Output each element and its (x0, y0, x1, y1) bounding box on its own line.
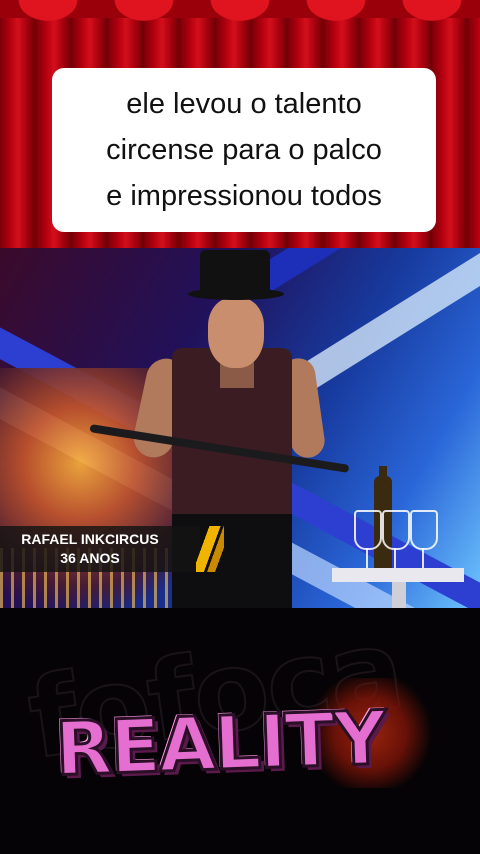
lower-third-accent (196, 526, 224, 572)
brand-logo: REALITY (52, 687, 387, 801)
performer-head (208, 298, 264, 368)
lower-third: RAFAEL INKCIRCUS 36 ANOS (0, 526, 224, 572)
video-frame[interactable]: RAFAEL INKCIRCUS 36 ANOS (0, 248, 480, 608)
wine-glass-stem (422, 548, 424, 568)
caption-line-2: circense para o palco (106, 134, 382, 166)
contestant-name: RAFAEL INKCIRCUS (21, 531, 159, 547)
brand-logo-text: REALITY (52, 694, 387, 794)
caption-text: ele levou o talento circense para o palc… (106, 81, 382, 219)
wine-glass-stem (394, 548, 396, 568)
caption-line-3: e impressionou todos (106, 180, 382, 212)
prop-table (332, 568, 464, 582)
brand-area: fofoca REALITY (0, 608, 480, 854)
wine-glass (410, 510, 438, 550)
wine-glass (382, 510, 410, 550)
wine-glass-stem (366, 548, 368, 568)
curtain-valance-drape (0, 0, 480, 40)
caption-line-1: ele levou o talento (126, 88, 362, 120)
prop-table-leg (392, 582, 406, 608)
contestant-age: 36 ANOS (60, 550, 120, 566)
stage-stripe (292, 248, 480, 394)
wine-glass (354, 510, 382, 550)
top-hat (200, 250, 270, 296)
caption-box: ele levou o talento circense para o palc… (52, 68, 436, 232)
